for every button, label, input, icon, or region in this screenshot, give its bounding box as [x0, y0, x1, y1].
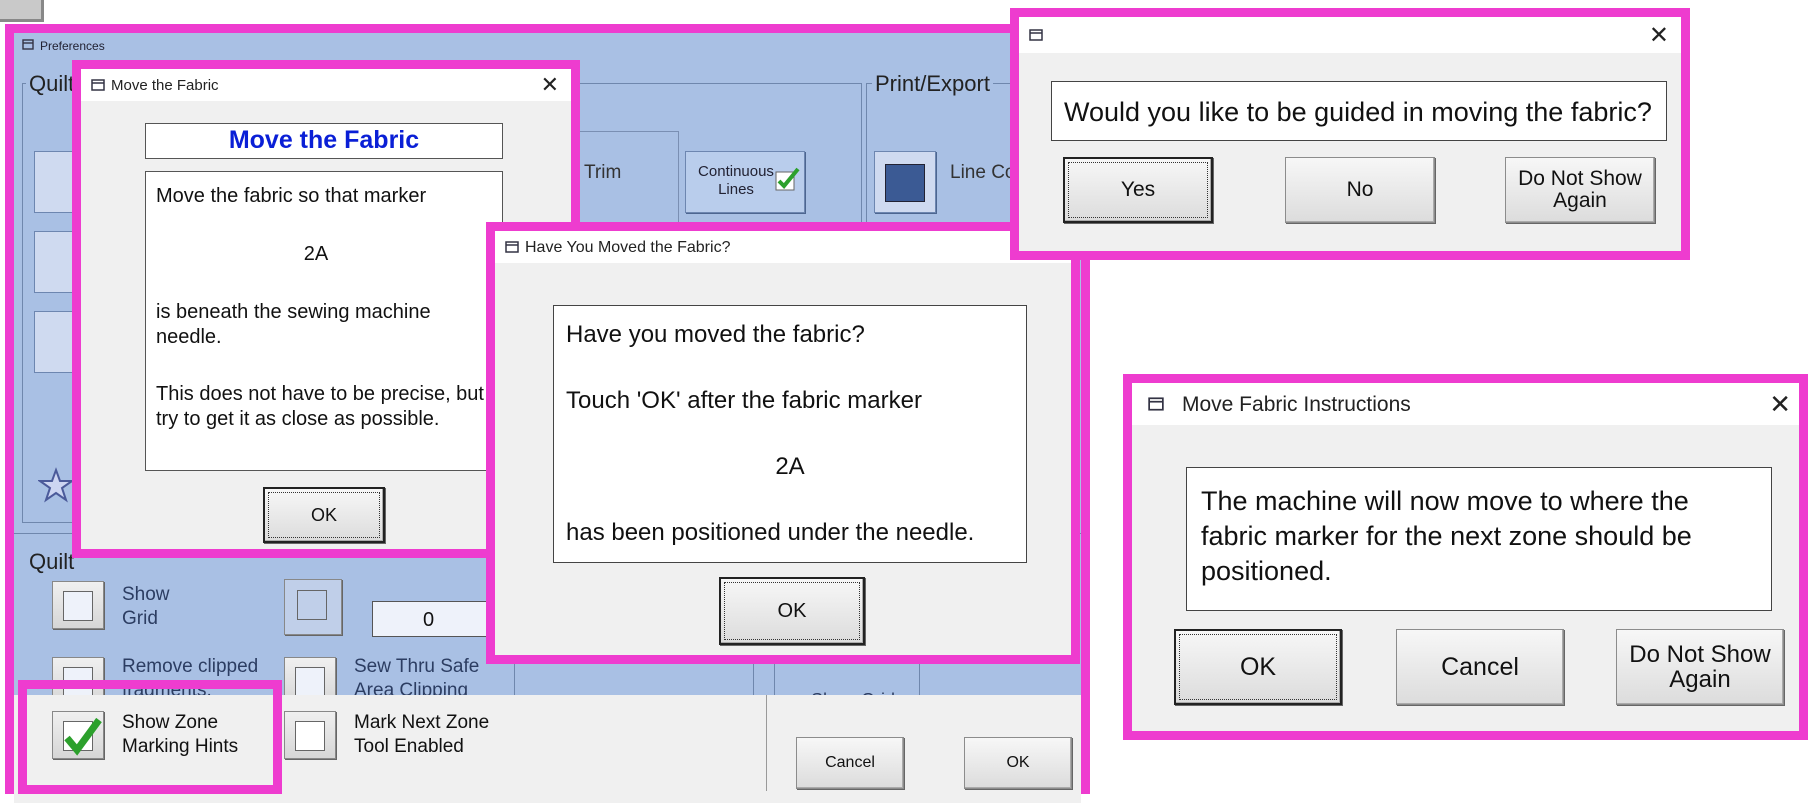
- grid-value-field[interactable]: 0: [372, 601, 492, 637]
- guided-question: Would you like to be guided in moving th…: [1064, 97, 1652, 127]
- line-color-swatch[interactable]: [874, 151, 936, 213]
- moved-fabric-dialog: Have You Moved the Fabric? Have you move…: [486, 222, 1080, 664]
- move-fabric-line3: This does not have to be precise, but tr…: [156, 383, 484, 430]
- star-icon[interactable]: [38, 467, 74, 503]
- line-color-label: Line Co: [950, 162, 1016, 183]
- checkmark-icon: [64, 717, 102, 756]
- show-grid-checkbox[interactable]: [52, 581, 104, 629]
- preferences-titlebar: Preferences: [14, 33, 1081, 55]
- instructions-cancel-button[interactable]: Cancel: [1396, 629, 1564, 705]
- guided-do-not-show-button[interactable]: Do Not Show Again: [1505, 157, 1655, 223]
- window-icon: [1029, 29, 1043, 41]
- move-fabric-title: Move the Fabric: [111, 77, 219, 94]
- window-icon: [1148, 397, 1164, 411]
- move-fabric-message-box: Move the fabric so that marker 2A is ben…: [145, 171, 503, 471]
- checkmark-icon: [775, 167, 800, 191]
- print-export-title: Print/Export: [872, 71, 993, 97]
- move-fabric-ok-button[interactable]: OK: [263, 487, 385, 543]
- instructions-dialog: Move Fabric Instructions ✕ The machine w…: [1123, 374, 1808, 740]
- move-fabric-marker: 2A: [303, 243, 329, 265]
- continuous-lines-button[interactable]: Continuous Lines: [685, 151, 805, 213]
- instructions-message-box: The machine will now move to where the f…: [1186, 467, 1772, 611]
- close-icon[interactable]: ✕: [1769, 389, 1791, 420]
- moved-fabric-title: Have You Moved the Fabric?: [525, 239, 731, 256]
- move-fabric-line1: Move the fabric so that marker: [156, 185, 427, 207]
- instructions-title: Move Fabric Instructions: [1182, 393, 1411, 416]
- close-icon[interactable]: ✕: [541, 72, 559, 98]
- guided-yes-button[interactable]: Yes: [1063, 157, 1213, 223]
- instructions-ok-button[interactable]: OK: [1174, 629, 1342, 705]
- quilt-group-bottom-title: Quilt: [26, 549, 78, 575]
- instructions-do-not-show-button[interactable]: Do Not Show Again: [1616, 629, 1784, 705]
- continuous-lines-label: Continuous Lines: [698, 163, 774, 198]
- window-icon: [22, 39, 34, 50]
- grid-toggle-button[interactable]: [284, 579, 342, 635]
- guided-no-button[interactable]: No: [1285, 157, 1435, 223]
- move-fabric-heading-box: Move the Fabric: [145, 123, 503, 159]
- moved-fabric-line3: has been positioned under the needle.: [566, 519, 975, 546]
- window-icon: [91, 79, 105, 91]
- show-zone-hints-checkbox[interactable]: [52, 711, 104, 759]
- move-fabric-line2: is beneath the sewing machine needle.: [156, 301, 431, 348]
- preferences-cancel-button[interactable]: Cancel: [796, 737, 904, 789]
- quilt-group-top-title: Quilt: [26, 71, 78, 97]
- moved-fabric-line2: Touch 'OK' after the fabric marker: [566, 387, 922, 414]
- mark-next-zone-checkbox[interactable]: [284, 711, 336, 759]
- preferences-title: Preferences: [40, 39, 105, 53]
- instructions-message: The machine will now move to where the f…: [1201, 486, 1692, 587]
- guided-question-box: Would you like to be guided in moving th…: [1051, 81, 1667, 141]
- moved-fabric-message-box: Have you moved the fabric? Touch 'OK' af…: [553, 305, 1027, 563]
- preferences-ok-button[interactable]: OK: [964, 737, 1072, 789]
- moved-fabric-marker: 2A: [775, 453, 805, 480]
- guided-dialog: ✕ Would you like to be guided in moving …: [1010, 8, 1690, 260]
- move-fabric-heading: Move the Fabric: [228, 126, 420, 154]
- show-zone-hints-label: Show Zone Marking Hints: [122, 712, 239, 757]
- partial-window-corner: [0, 0, 44, 22]
- trim-label: Trim: [584, 162, 622, 183]
- moved-fabric-line1: Have you moved the fabric?: [566, 321, 865, 348]
- show-grid-label: Show Grid: [122, 584, 170, 629]
- mark-next-zone-label: Mark Next Zone Tool Enabled: [354, 712, 490, 757]
- footer-divider: [766, 695, 767, 791]
- moved-fabric-ok-button[interactable]: OK: [719, 577, 865, 645]
- window-icon: [505, 241, 519, 253]
- preferences-footer: Show Zone Marking Hints Mark Next Zone T…: [14, 695, 1081, 803]
- close-icon[interactable]: ✕: [1649, 21, 1669, 50]
